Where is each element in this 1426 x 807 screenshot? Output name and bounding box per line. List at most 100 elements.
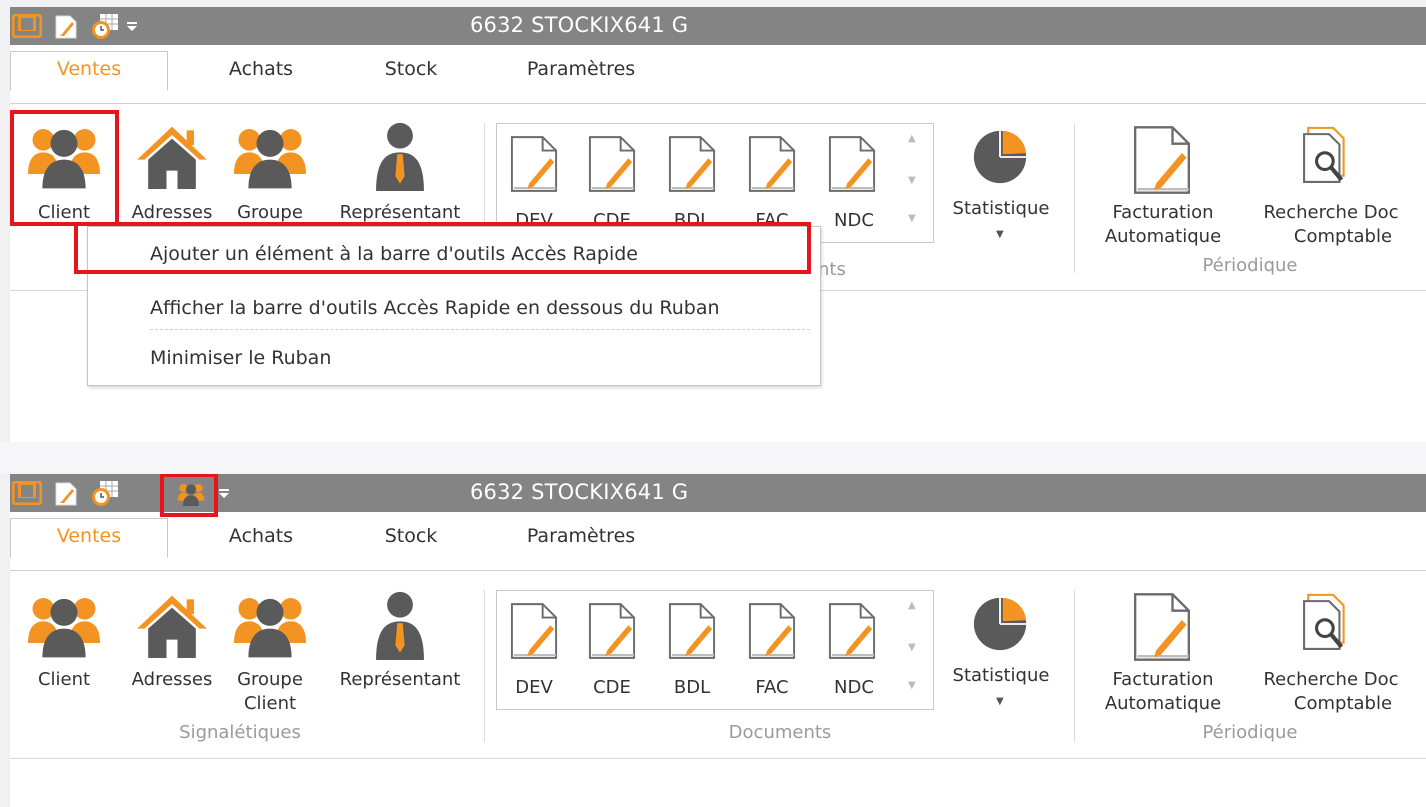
dropdown-arrow-icon[interactable] xyxy=(218,486,230,500)
person-icon[interactable] xyxy=(372,590,428,660)
recherche-label-line2[interactable]: Comptable xyxy=(1262,225,1424,248)
tab-achats[interactable]: Achats xyxy=(206,52,316,86)
documents-group-label: Documents xyxy=(728,722,832,743)
tab-parametres[interactable]: Paramètres xyxy=(516,52,646,86)
tab-ventes[interactable]: Ventes xyxy=(10,518,168,558)
tab-parametres[interactable]: Paramètres xyxy=(516,519,646,553)
doc-label-cde[interactable]: CDE xyxy=(588,676,636,699)
recherche-label-line1[interactable]: Recherche Doc xyxy=(1250,668,1412,691)
document-icon[interactable] xyxy=(510,135,558,193)
tab-ventes[interactable]: Ventes xyxy=(10,51,168,91)
quick-access-client-highlight xyxy=(160,474,218,517)
doc-label-fac[interactable]: FAC xyxy=(748,676,796,699)
menu-item-highlight xyxy=(74,222,811,274)
window-title: 6632 STOCKIX641 G xyxy=(470,480,689,504)
groupe-button-label-line2[interactable]: Client xyxy=(226,692,314,715)
document-icon[interactable] xyxy=(828,602,876,660)
gallery-scroll-up-icon[interactable]: ▲ xyxy=(908,600,916,611)
representant-button-label[interactable]: Représentant xyxy=(322,201,478,224)
document-icon[interactable] xyxy=(668,602,716,660)
groupe-users-icon[interactable] xyxy=(234,592,306,658)
signaletiques-group-label: Signalétiques xyxy=(179,722,301,743)
gallery-scroll-down-icon[interactable]: ▼ xyxy=(908,175,916,186)
search-document-icon[interactable] xyxy=(1302,125,1354,189)
ribbon-bottom-line xyxy=(10,758,1426,759)
separator xyxy=(1074,590,1075,742)
separator xyxy=(1074,123,1075,273)
title-bar: 6632 STOCKIX641 G xyxy=(10,474,1426,512)
note-icon[interactable] xyxy=(54,14,78,40)
statistique-button-label[interactable]: Statistique xyxy=(940,664,1062,687)
separator xyxy=(484,590,485,742)
doc-label-ndc[interactable]: NDC xyxy=(828,676,880,699)
doc-label-ndc[interactable]: NDC xyxy=(828,209,880,232)
home-icon[interactable] xyxy=(132,123,212,189)
tab-bar: Ventes Achats Stock Paramètres xyxy=(10,45,1426,104)
adresses-button-label[interactable]: Adresses xyxy=(124,668,220,691)
gallery-scroll-down-icon[interactable]: ▼ xyxy=(908,642,916,653)
search-document-icon[interactable] xyxy=(1302,592,1354,656)
statistique-dropdown-icon[interactable]: ▼ xyxy=(996,696,1004,707)
document-icon[interactable] xyxy=(1132,125,1192,195)
document-icon[interactable] xyxy=(748,135,796,193)
representant-button-label[interactable]: Représentant xyxy=(322,668,478,691)
tab-bar-line xyxy=(10,570,1426,571)
window-icon[interactable] xyxy=(12,14,42,38)
window-icon[interactable] xyxy=(12,481,42,505)
pie-chart-icon[interactable] xyxy=(972,596,1028,652)
screenshot-after: 6632 STOCKIX641 G Ventes Achats Stock Pa… xyxy=(10,474,1426,807)
menu-item-minimize-ribbon[interactable]: Minimiser le Ruban xyxy=(150,347,331,369)
doc-label-bdl[interactable]: BDL xyxy=(668,676,716,699)
document-icon[interactable] xyxy=(668,135,716,193)
tab-achats[interactable]: Achats xyxy=(206,519,316,553)
calendar-clock-icon[interactable] xyxy=(90,479,120,507)
client-button-label[interactable]: Client xyxy=(28,668,100,691)
periodique-group-label: Périodique xyxy=(1202,722,1298,743)
gallery-expand-icon[interactable]: ▼ xyxy=(908,213,916,224)
groupe-button-label[interactable]: Groupe xyxy=(226,668,314,691)
doc-label-dev[interactable]: DEV xyxy=(510,676,558,699)
document-icon[interactable] xyxy=(588,135,636,193)
window-title: 6632 STOCKIX641 G xyxy=(470,13,689,37)
menu-separator xyxy=(150,329,810,330)
statistique-dropdown-icon[interactable]: ▼ xyxy=(996,229,1004,240)
document-icon[interactable] xyxy=(1132,592,1192,662)
doc-label-cde[interactable]: CDE xyxy=(588,209,636,223)
facturation-label-line2[interactable]: Automatique xyxy=(1090,692,1236,715)
document-icon[interactable] xyxy=(828,135,876,193)
recherche-label-line2[interactable]: Comptable xyxy=(1262,692,1424,715)
client-users-icon[interactable] xyxy=(28,592,100,658)
groupe-button-label[interactable]: Groupe xyxy=(226,201,314,224)
tab-bar: Ventes Achats Stock Paramètres xyxy=(10,512,1426,571)
screenshot-before: 6632 STOCKIX641 G Ventes Achats Stock Pa… xyxy=(10,7,1426,442)
doc-label-fac[interactable]: FAC xyxy=(748,209,796,223)
documents-group-label-partial: nts xyxy=(818,259,846,280)
recherche-label-line1[interactable]: Recherche Doc xyxy=(1250,201,1412,224)
title-bar: 6632 STOCKIX641 G xyxy=(10,7,1426,45)
doc-label-dev[interactable]: DEV xyxy=(510,209,558,223)
gallery-scroll-up-icon[interactable]: ▲ xyxy=(908,133,916,144)
facturation-label-line1[interactable]: Facturation xyxy=(1090,668,1236,691)
statistique-button-label[interactable]: Statistique xyxy=(940,197,1062,220)
periodique-group-label: Périodique xyxy=(1202,255,1298,276)
home-icon[interactable] xyxy=(132,592,212,658)
tab-stock[interactable]: Stock xyxy=(366,52,456,86)
dropdown-arrow-icon[interactable] xyxy=(126,19,138,33)
menu-item-show-below-ribbon[interactable]: Afficher la barre d'outils Accès Rapide … xyxy=(150,297,720,319)
calendar-clock-icon[interactable] xyxy=(90,12,120,40)
tab-stock[interactable]: Stock xyxy=(366,519,456,553)
adresses-button-label[interactable]: Adresses xyxy=(124,201,220,224)
note-icon[interactable] xyxy=(54,481,78,507)
document-icon[interactable] xyxy=(588,602,636,660)
pie-chart-icon[interactable] xyxy=(972,129,1028,185)
document-icon[interactable] xyxy=(748,602,796,660)
client-button-highlight xyxy=(10,110,119,226)
tab-bar-line xyxy=(10,103,1426,104)
facturation-label-line1[interactable]: Facturation xyxy=(1090,201,1236,224)
document-icon[interactable] xyxy=(510,602,558,660)
gallery-expand-icon[interactable]: ▼ xyxy=(908,680,916,691)
facturation-label-line2[interactable]: Automatique xyxy=(1090,225,1236,248)
doc-label-bdl[interactable]: BDL xyxy=(668,209,716,223)
person-icon[interactable] xyxy=(372,121,428,191)
groupe-users-icon[interactable] xyxy=(234,123,306,189)
